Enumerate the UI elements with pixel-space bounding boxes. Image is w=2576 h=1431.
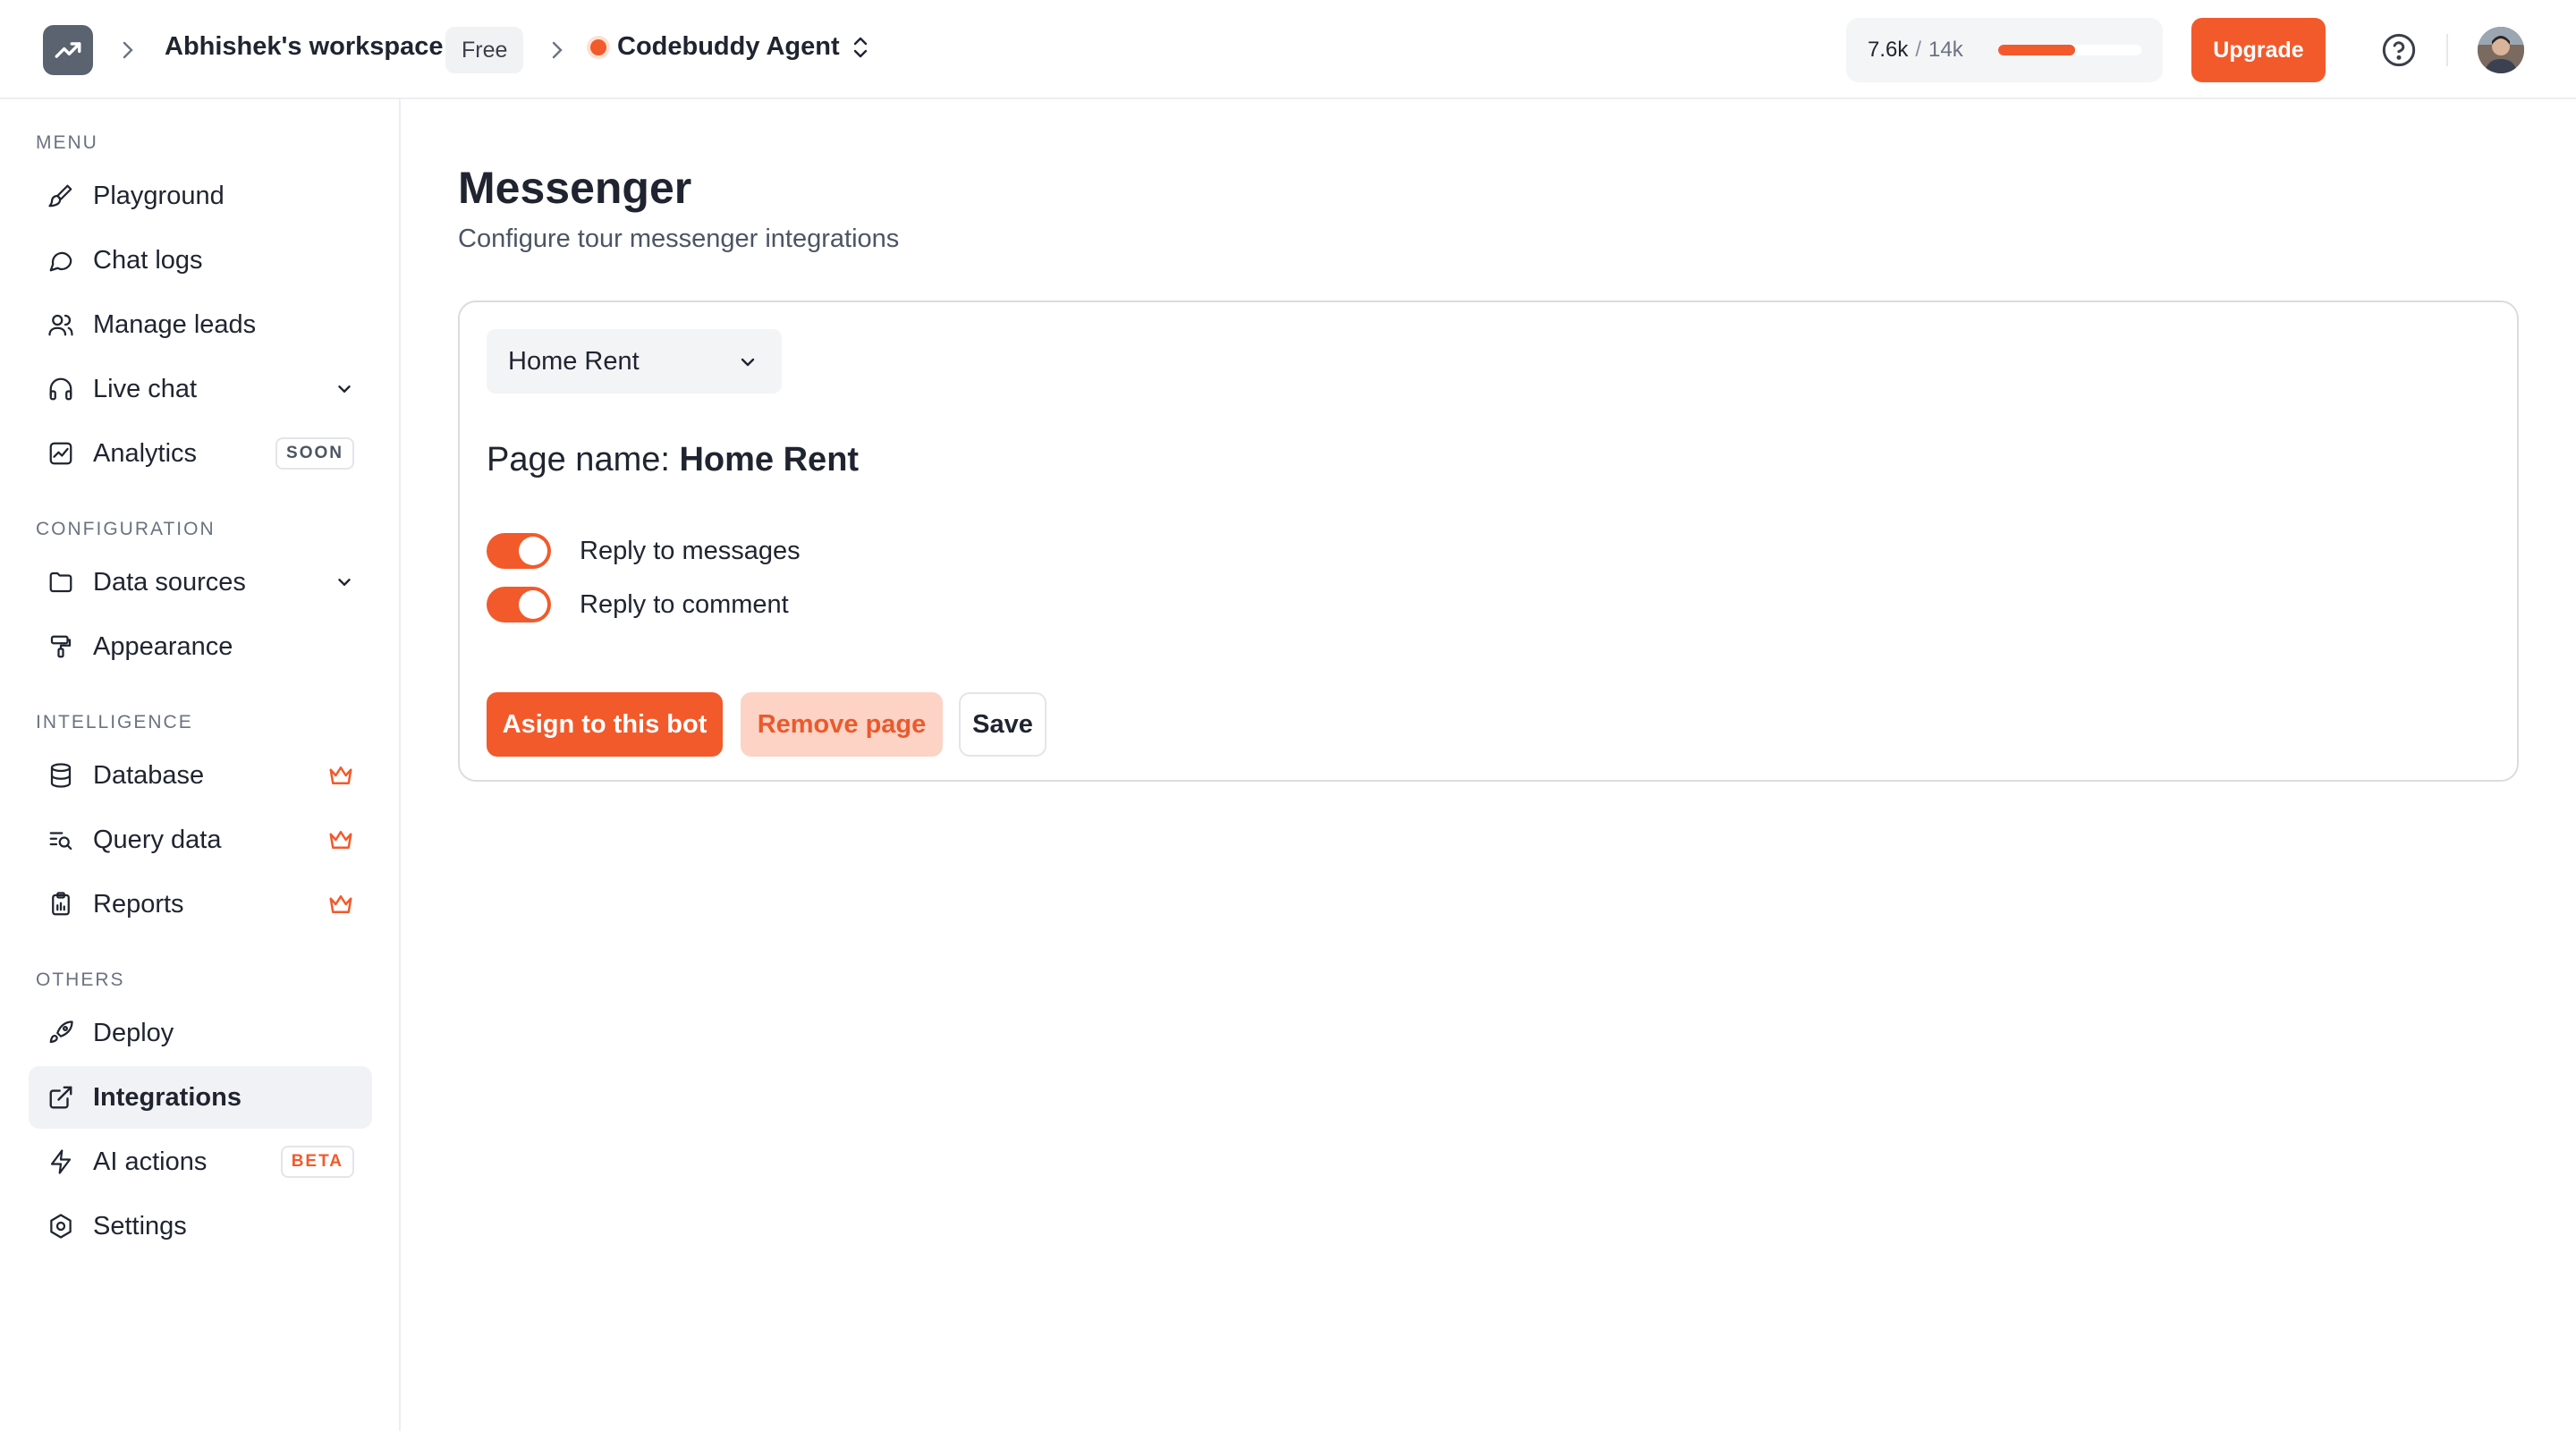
crown-icon [327, 826, 354, 853]
reply-messages-row: Reply to messages [487, 533, 801, 569]
sidebar-item-database[interactable]: Database [29, 744, 372, 807]
assign-to-bot-button[interactable]: Asign to this bot [487, 692, 723, 757]
section-label-others: OTHERS [36, 970, 125, 990]
divider [2446, 34, 2448, 66]
sidebar-item-label: Deploy [93, 1018, 174, 1047]
lightning-icon [47, 1147, 75, 1176]
crown-icon [327, 891, 354, 918]
plan-badge: Free [445, 27, 524, 73]
save-button[interactable]: Save [959, 692, 1046, 757]
chevron-down-icon[interactable] [335, 379, 354, 399]
sidebar-item-deploy[interactable]: Deploy [29, 1002, 372, 1064]
remove-page-button[interactable]: Remove page [741, 692, 943, 757]
sidebar-item-label: Settings [93, 1211, 187, 1240]
usage-used: 7.6k [1868, 38, 1909, 62]
sidebar-item-appearance[interactable]: Appearance [29, 615, 372, 678]
headphones-icon [47, 375, 75, 403]
app-logo[interactable] [43, 25, 93, 75]
sidebar-item-data-sources[interactable]: Data sources [29, 551, 372, 614]
section-label-intelligence: INTELLIGENCE [36, 712, 193, 732]
sidebar-item-label: Analytics [93, 438, 198, 468]
sidebar-item-ai-actions[interactable]: AI actions BETA [29, 1130, 372, 1193]
toggle-knob [519, 590, 547, 619]
toggle-knob [519, 537, 547, 565]
chevron-down-icon[interactable] [335, 572, 354, 592]
top-bar: Abhishek's workspace Free Codebuddy Agen… [0, 0, 2576, 99]
users-icon [47, 310, 75, 339]
agent-switcher[interactable]: Codebuddy Agent [590, 32, 870, 62]
sidebar-item-label: Manage leads [93, 309, 257, 339]
help-icon[interactable] [2381, 32, 2417, 68]
user-avatar[interactable] [2478, 27, 2524, 73]
reply-comment-row: Reply to comment [487, 587, 789, 622]
page-name-label: Page name: [487, 441, 670, 478]
upgrade-button[interactable]: Upgrade [2191, 18, 2326, 82]
trending-up-icon [55, 42, 81, 58]
brush-icon [47, 182, 75, 210]
sidebar-item-query-data[interactable]: Query data [29, 809, 372, 871]
usage-separator: / [1915, 38, 1922, 62]
sidebar-item-analytics[interactable]: Analytics SOON [29, 422, 372, 485]
chevron-right-icon [547, 38, 567, 63]
chevron-up-down-icon [853, 37, 867, 57]
reply-comment-label: Reply to comment [580, 589, 789, 619]
sidebar-item-label: Data sources [93, 567, 246, 597]
section-label-menu: MENU [36, 132, 98, 153]
sidebar-item-label: Reports [93, 889, 184, 919]
sidebar-item-label: Chat logs [93, 245, 203, 275]
usage-progress-fill [1998, 45, 2076, 55]
chevron-right-icon [118, 38, 138, 63]
section-label-configuration: CONFIGURATION [36, 519, 216, 539]
sidebar-item-chat-logs[interactable]: Chat logs [29, 229, 372, 292]
usage-progress-bar [1998, 45, 2141, 55]
crown-icon [327, 762, 354, 789]
sidebar-item-manage-leads[interactable]: Manage leads [29, 293, 372, 356]
gear-icon [47, 1212, 75, 1240]
agent-name: Codebuddy Agent [617, 32, 840, 61]
page-name-heading: Page name: Home Rent [487, 441, 859, 479]
chart-icon [47, 439, 75, 468]
page-name-value: Home Rent [679, 441, 860, 478]
workspace-name[interactable]: Abhishek's workspace [165, 32, 444, 62]
usage-meter: 7.6k / 14k [1846, 18, 2163, 82]
sidebar-item-label: Appearance [93, 631, 233, 661]
clipboard-icon [47, 890, 75, 919]
messenger-config-card: Home Rent Page name: Home Rent Reply to … [458, 301, 2519, 782]
page-title: Messenger [458, 163, 692, 213]
page-subtitle: Configure tour messenger integrations [458, 224, 900, 253]
sidebar-item-label: Database [93, 760, 205, 790]
sidebar-item-playground[interactable]: Playground [29, 165, 372, 227]
sidebar-item-label: Live chat [93, 374, 198, 403]
sidebar-item-label: Playground [93, 181, 225, 210]
reply-messages-label: Reply to messages [580, 536, 801, 565]
external-link-icon [47, 1083, 75, 1112]
folder-icon [47, 568, 75, 597]
chat-bubble-icon [47, 246, 75, 275]
agent-status-dot [590, 38, 606, 55]
page-select-value: Home Rent [508, 346, 640, 376]
sidebar-item-label: Query data [93, 825, 222, 854]
soon-badge: SOON [275, 437, 354, 470]
rocket-icon [47, 1019, 75, 1047]
sidebar: MENU Playground Chat logs Manage leads L… [0, 99, 401, 1431]
sidebar-item-reports[interactable]: Reports [29, 873, 372, 936]
page-select[interactable]: Home Rent [487, 329, 782, 394]
database-icon [47, 761, 75, 790]
search-list-icon [47, 826, 75, 854]
reply-messages-toggle[interactable] [487, 533, 551, 569]
sidebar-item-integrations[interactable]: Integrations [29, 1066, 372, 1129]
sidebar-item-live-chat[interactable]: Live chat [29, 358, 372, 420]
usage-total: 14k [1928, 38, 1963, 62]
chevron-down-icon [737, 351, 758, 372]
sidebar-item-label: Integrations [93, 1082, 242, 1112]
sidebar-item-label: AI actions [93, 1147, 208, 1176]
paint-roller-icon [47, 632, 75, 661]
sidebar-item-settings[interactable]: Settings [29, 1195, 372, 1257]
reply-comment-toggle[interactable] [487, 587, 551, 622]
beta-badge: BETA [280, 1146, 354, 1178]
